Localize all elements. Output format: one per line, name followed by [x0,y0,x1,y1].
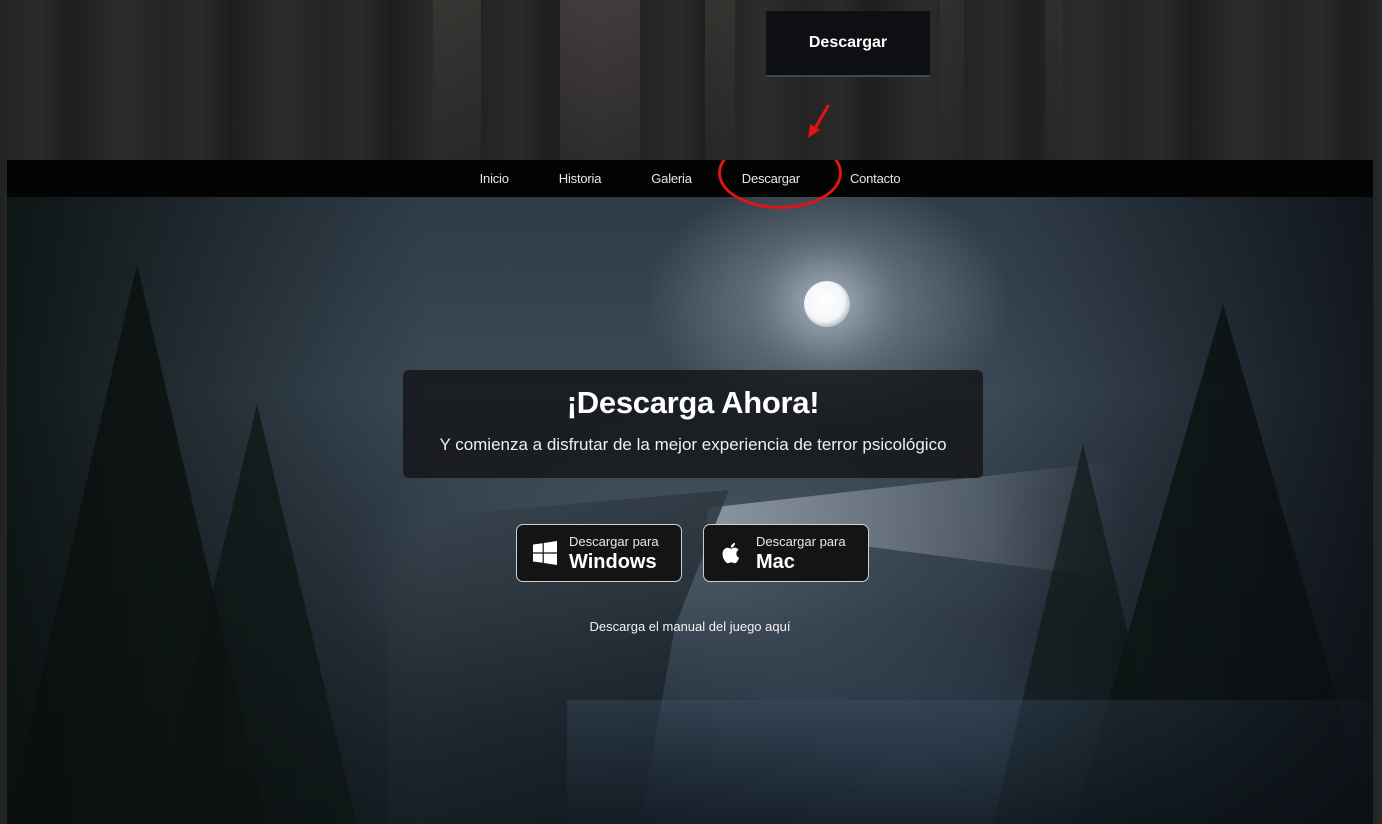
apple-logo-icon [722,542,740,564]
main-navbar: Inicio Historia Galeria Descargar Contac… [7,160,1373,197]
annotation-arrow-icon [808,104,830,138]
backdrop-trunk [1045,0,1063,170]
hero-card: ¡Descarga Ahora! Y comienza a disfrutar … [403,370,983,478]
backdrop-trunk [705,0,735,170]
moon-image [804,281,850,327]
hero-title: ¡Descarga Ahora! [566,385,820,420]
website-viewport: Inicio Historia Galeria Descargar Contac… [7,160,1373,824]
mac-small-label: Descargar para [756,533,846,549]
backdrop-trunk [433,0,481,170]
download-mac-button[interactable]: Descargar para Mac [703,524,869,582]
nav-link-contacto[interactable]: Contacto [850,171,901,186]
annotation-circle [718,160,842,209]
zoomed-download-label: Descargar [808,34,888,51]
windows-logo-icon [533,541,557,565]
backdrop-trunk [560,0,640,170]
backdrop-trunk [940,0,964,170]
manual-download-link[interactable]: Descarga el manual del juego aquí [7,619,1373,634]
nav-link-inicio[interactable]: Inicio [480,171,509,186]
left-vignette [7,160,427,824]
zoomed-download-button[interactable]: Descargar [766,11,930,77]
windows-small-label: Descargar para [569,533,659,549]
right-vignette [993,160,1373,824]
download-windows-button[interactable]: Descargar para Windows [516,524,682,582]
mac-platform-label: Mac [756,550,795,573]
nav-link-galeria[interactable]: Galeria [651,171,692,186]
nav-link-historia[interactable]: Historia [559,171,602,186]
hero-subtitle: Y comienza a disfrutar de la mejor exper… [439,435,947,454]
windows-platform-label: Windows [569,550,657,573]
